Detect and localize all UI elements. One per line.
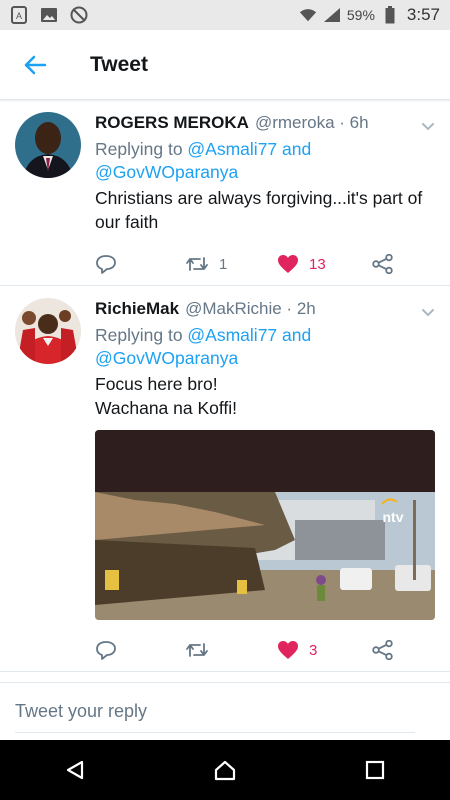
- tweet-media-image[interactable]: ntv: [95, 430, 435, 620]
- arrow-left-icon: [24, 55, 47, 74]
- home-icon: [214, 760, 236, 781]
- author-name[interactable]: RichieMak: [95, 298, 179, 320]
- tweet-text: Christians are always forgiving...it's p…: [95, 188, 423, 232]
- retweet-button[interactable]: [185, 641, 277, 659]
- triangle-back-icon: [66, 760, 84, 780]
- battery-icon: [381, 6, 399, 24]
- data-saver-icon: [70, 6, 88, 24]
- share-icon: [372, 640, 393, 660]
- nav-back-button[interactable]: [45, 740, 105, 800]
- heart-filled-icon: [278, 255, 298, 273]
- square-recents-icon: [365, 760, 385, 780]
- battery-percent: 59%: [346, 7, 375, 23]
- retweet-button[interactable]: 1: [185, 255, 277, 273]
- svg-text:ntv: ntv: [383, 509, 404, 525]
- author-handle: @rmeroka · 6h: [254, 113, 369, 132]
- signal-icon: [323, 6, 341, 24]
- system-nav-bar: [0, 740, 450, 800]
- like-button[interactable]: 3: [277, 640, 372, 660]
- nav-recents-button[interactable]: [345, 740, 405, 800]
- avatar[interactable]: [15, 298, 81, 364]
- replying-prefix: Replying to: [95, 325, 188, 345]
- tweet-actions: 1 13: [95, 240, 435, 288]
- retweet-count: 1: [219, 255, 228, 273]
- tweet[interactable]: ROGERS MEROKA @rmeroka · 6h Replying to …: [0, 100, 450, 286]
- nav-home-button[interactable]: [195, 740, 255, 800]
- reply-icon: [96, 255, 116, 274]
- clock: 3:57: [406, 5, 440, 24]
- reply-button[interactable]: [95, 640, 185, 660]
- replying-prefix: Replying to: [95, 139, 188, 159]
- reply-icon: [96, 641, 116, 660]
- reply-button[interactable]: [95, 254, 185, 274]
- svg-text:A: A: [16, 11, 22, 21]
- retweet-icon: [186, 643, 208, 657]
- share-icon: [372, 254, 393, 274]
- like-count: 13: [309, 255, 326, 273]
- tweet[interactable]: RichieMak @MakRichie · 2h Replying to @A…: [0, 286, 450, 672]
- reply-composer: [0, 682, 450, 740]
- share-button[interactable]: [372, 640, 394, 660]
- app-bar: Tweet: [0, 30, 450, 100]
- page-title: Tweet: [90, 52, 148, 76]
- retweet-icon: [186, 257, 208, 271]
- status-bar: A 59% 3:57: [0, 0, 450, 30]
- heart-filled-icon: [278, 641, 298, 659]
- share-button[interactable]: [372, 254, 394, 274]
- chevron-down-icon[interactable]: [420, 118, 436, 134]
- back-button[interactable]: [0, 30, 70, 100]
- author-handle: @MakRichie · 2h: [185, 299, 316, 318]
- author-name[interactable]: ROGERS MEROKA: [95, 112, 249, 134]
- avatar[interactable]: [15, 112, 81, 178]
- chevron-down-icon[interactable]: [420, 304, 436, 320]
- like-count: 3: [309, 641, 318, 659]
- wifi-icon: [299, 6, 317, 24]
- reply-input[interactable]: [15, 700, 415, 733]
- tweet-actions: 3: [95, 626, 435, 674]
- like-button[interactable]: 13: [277, 254, 372, 274]
- replying-to: Replying to @Asmali77 and @GovWOparanya: [95, 324, 435, 370]
- tweet-text: Focus here bro! Wachana na Koffi!: [95, 374, 238, 418]
- app-notification-icon: A: [10, 6, 28, 24]
- image-notification-icon: [40, 6, 58, 24]
- replying-to: Replying to @Asmali77 and @GovWOparanya: [95, 138, 435, 184]
